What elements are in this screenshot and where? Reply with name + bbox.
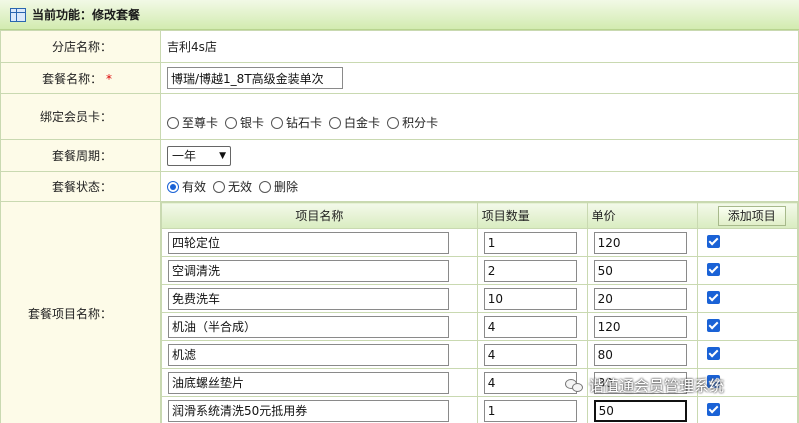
item-checkbox[interactable] [706,262,720,276]
item-checkbox[interactable] [706,234,720,248]
item-qty-input[interactable] [483,259,577,282]
item-qty-input[interactable] [483,231,577,254]
status-label: 套餐状态： [0,171,161,202]
radio-button[interactable] [387,116,400,129]
radio-button[interactable] [213,180,226,193]
watermark: 谐值通会员管理系统 [565,375,724,396]
item-checkbox[interactable] [706,402,720,416]
item-qty-input[interactable] [483,315,577,338]
status-option-delete[interactable]: 删除 [259,178,298,195]
radio-label: 钻石卡 [286,116,323,130]
item-price-input[interactable] [593,343,687,366]
page-title: 当前功能：修改套餐 [32,8,141,22]
member-card-label: 绑定会员卡： [0,93,161,140]
table-row [161,256,799,285]
chevron-down-icon: ▼ [219,150,226,161]
table-row [161,396,799,423]
radio-button[interactable] [167,116,179,129]
item-checkbox[interactable] [706,318,720,332]
watermark-text: 谐值通会员管理系统 [589,377,725,395]
table-icon [10,7,26,22]
column-header-name: 项目名称 [161,202,478,229]
item-name-input[interactable] [168,343,449,366]
radio-button-checked[interactable] [167,180,179,193]
table-row [161,228,799,257]
table-row [161,340,799,369]
radio-label: 白金卡 [344,116,381,130]
item-price-input[interactable] [593,315,687,338]
item-qty-input[interactable] [483,287,577,310]
column-header-qty: 项目数量 [476,202,588,229]
item-checkbox[interactable] [706,346,720,360]
radio-label: 有效 [182,180,207,194]
item-price-input[interactable] [593,231,687,254]
required-mark: * [106,71,112,86]
item-name-input[interactable] [168,259,449,282]
radio-label: 积分卡 [402,116,439,130]
radio-button[interactable] [271,116,284,129]
package-name-input[interactable] [167,67,343,89]
item-qty-input[interactable] [483,343,577,366]
item-checkbox[interactable] [706,290,720,304]
item-qty-input[interactable] [483,371,577,394]
item-price-input[interactable] [593,259,687,282]
item-name-input[interactable] [168,287,449,310]
store-label: 分店名称： [0,30,161,63]
radio-button[interactable] [329,116,342,129]
table-row [161,284,799,313]
card-option-platinum[interactable]: 白金卡 [329,114,380,131]
column-header-price: 单价 [586,202,698,229]
item-name-input[interactable] [168,371,449,394]
item-name-input[interactable] [168,231,449,254]
status-radio-group: 有效 无效 删除 [167,178,798,195]
status-option-invalid[interactable]: 无效 [213,178,252,195]
add-item-button[interactable]: 添加项目 [717,205,786,226]
package-name-label-text: 套餐名称： [42,71,103,86]
card-option-zhizun[interactable]: 至尊卡 [167,114,218,131]
radio-label: 银卡 [240,116,265,130]
period-label: 套餐周期： [0,139,161,172]
package-name-label: 套餐名称： * [0,62,161,94]
items-label: 套餐项目名称： [0,201,161,423]
radio-label: 无效 [228,180,253,194]
card-option-points[interactable]: 积分卡 [387,114,438,131]
card-option-diamond[interactable]: 钻石卡 [271,114,322,131]
period-selected-value: 一年 [172,149,197,163]
period-select[interactable]: 一年 ▼ [167,145,231,166]
item-name-input[interactable] [168,315,449,338]
status-option-valid[interactable]: 有效 [167,178,206,195]
radio-label: 至尊卡 [182,116,219,130]
item-price-input[interactable] [593,287,687,310]
card-option-silver[interactable]: 银卡 [225,114,264,131]
item-price-input[interactable] [593,399,687,422]
edit-package-form: 分店名称： 吉利4s店 套餐名称： * 绑定会员卡： 至尊卡 银卡 钻石卡 白金… [0,30,799,423]
member-card-radio-group: 至尊卡 银卡 钻石卡 白金卡 积分卡 [167,114,798,131]
item-name-input[interactable] [168,399,449,422]
item-qty-input[interactable] [483,399,577,422]
wechat-icon [565,378,585,394]
radio-button[interactable] [259,180,272,193]
page-header: 当前功能：修改套餐 [0,0,799,30]
radio-label: 删除 [274,180,299,194]
store-value: 吉利4s店 [160,30,799,63]
table-row [161,312,799,341]
radio-button[interactable] [225,116,238,129]
